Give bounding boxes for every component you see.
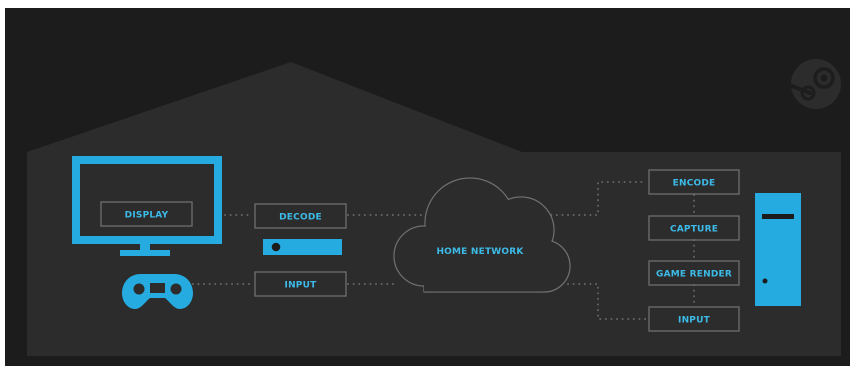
encode-label: ENCODE	[673, 179, 716, 189]
home-network-label: HOME NETWORK	[436, 247, 524, 257]
client-input-label: INPUT	[285, 281, 318, 291]
host-input-label: INPUT	[678, 316, 711, 326]
steam-logo-icon	[790, 59, 841, 109]
game-render-label: GAME RENDER	[656, 270, 732, 280]
set-top-box-icon	[263, 239, 342, 255]
streaming-diagram: DISPLAY DECODE INPUT HOME NETWORK ENCODE…	[0, 0, 857, 372]
diagram-canvas: DISPLAY DECODE INPUT HOME NETWORK ENCODE…	[27, 59, 841, 356]
display-label: DISPLAY	[125, 211, 169, 221]
tv-monitor-icon	[72, 156, 222, 256]
pc-tower-icon	[755, 193, 801, 306]
capture-label: CAPTURE	[670, 225, 718, 235]
decode-label: DECODE	[279, 213, 322, 223]
